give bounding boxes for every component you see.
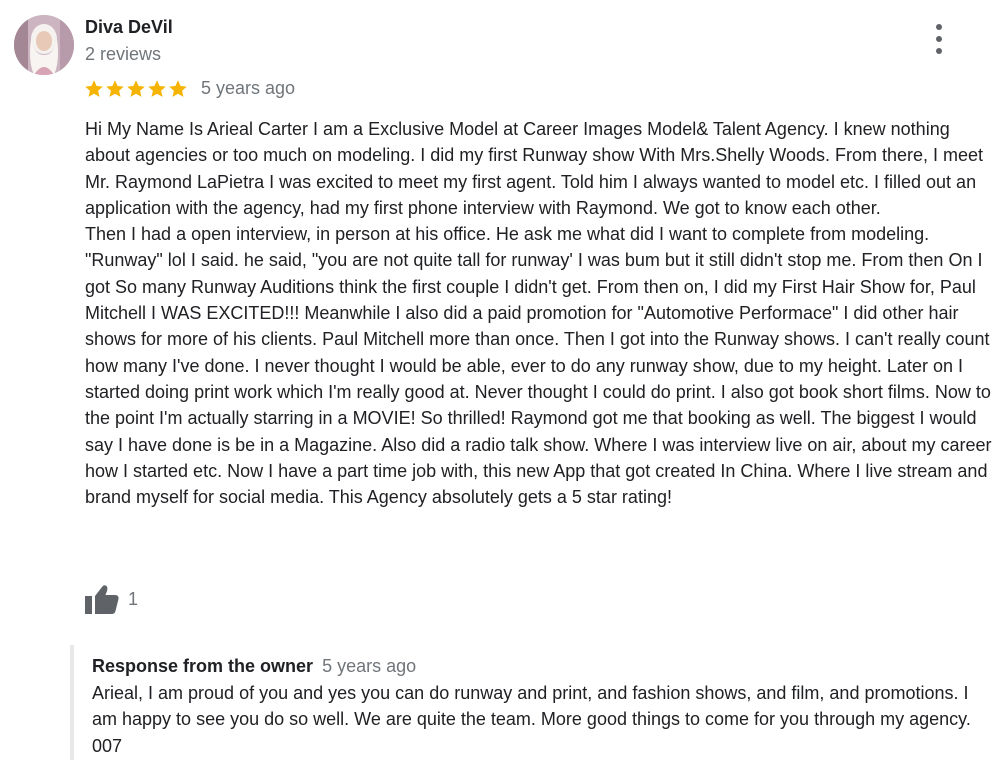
avatar[interactable]: [14, 15, 74, 75]
menu-dot: [936, 36, 942, 42]
author-review-count[interactable]: 2 reviews: [85, 44, 161, 65]
review-card: Diva DeVil 2 reviews 5 years ago Hi My N…: [0, 0, 1008, 763]
menu-dot: [936, 48, 942, 54]
like-row: 1: [84, 583, 138, 615]
owner-response-text: Arieal, I am proud of you and yes you ca…: [92, 683, 971, 756]
review-paragraph: Hi My Name Is Arieal Carter I am a Exclu…: [85, 119, 984, 218]
owner-response-header: Response from the owner 5 years ago: [92, 656, 416, 677]
star-rating: [84, 79, 188, 99]
star-icon: [148, 79, 166, 97]
more-options-icon[interactable]: [926, 24, 952, 54]
rating-row: 5 years ago: [84, 78, 295, 99]
star-icon: [106, 79, 124, 97]
star-icon: [127, 79, 145, 97]
thumbs-up-icon[interactable]: [84, 583, 120, 615]
star-icon: [169, 79, 187, 97]
owner-response-label: Response from the owner: [92, 656, 314, 676]
owner-response-date: 5 years ago: [322, 656, 417, 676]
star-icon: [85, 79, 103, 97]
like-count: 1: [128, 588, 139, 609]
review-paragraph: Then I had a open interview, in person a…: [85, 224, 992, 508]
review-date: 5 years ago: [201, 78, 296, 98]
review-text: Hi My Name Is Arieal Carter I am a Exclu…: [85, 116, 995, 510]
menu-dot: [936, 24, 942, 30]
author-name[interactable]: Diva DeVil: [85, 17, 173, 38]
owner-response: Response from the owner 5 years ago Arie…: [70, 645, 1004, 760]
